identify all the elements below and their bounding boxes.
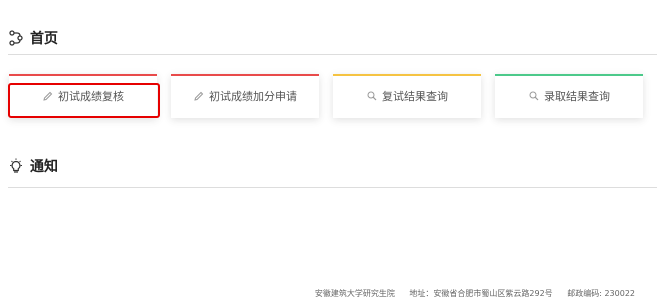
search-icon: [528, 90, 540, 102]
page-title: 首页: [30, 31, 58, 47]
footer-postcode: 邮政编码: 230022: [567, 289, 635, 298]
pencil-icon: [42, 90, 54, 102]
notice-section-header: 通知: [8, 156, 58, 176]
lightbulb-icon: [8, 158, 24, 174]
home-section-header: 首页: [8, 28, 58, 48]
nodes-icon: [8, 30, 24, 46]
card-label: 初试成绩复核: [58, 90, 124, 103]
divider: [8, 187, 657, 188]
footer: 安徽建筑大学研究生院 地址：安徽省合肥市蜀山区紫云路292号 邮政编码: 230…: [315, 288, 635, 299]
card-score-review-button[interactable]: 初试成绩复核: [9, 74, 157, 118]
footer-address: 地址：安徽省合肥市蜀山区紫云路292号: [409, 289, 553, 298]
pencil-icon: [193, 90, 205, 102]
card-label: 录取结果查询: [544, 90, 610, 103]
search-icon: [366, 90, 378, 102]
card-accent-line: [333, 74, 481, 76]
notice-title: 通知: [30, 159, 58, 175]
card-bonus-application-button[interactable]: 初试成绩加分申请: [171, 74, 319, 118]
card-accent-line: [171, 74, 319, 76]
card-label: 复试结果查询: [382, 90, 448, 103]
card-accent-line: [495, 74, 643, 76]
divider: [8, 54, 657, 55]
card-admission-result-button[interactable]: 录取结果查询: [495, 74, 643, 118]
card-label: 初试成绩加分申请: [209, 90, 297, 103]
footer-org: 安徽建筑大学研究生院: [314, 289, 395, 298]
card-retest-result-button[interactable]: 复试结果查询: [333, 74, 481, 118]
card-accent-line: [9, 74, 157, 76]
